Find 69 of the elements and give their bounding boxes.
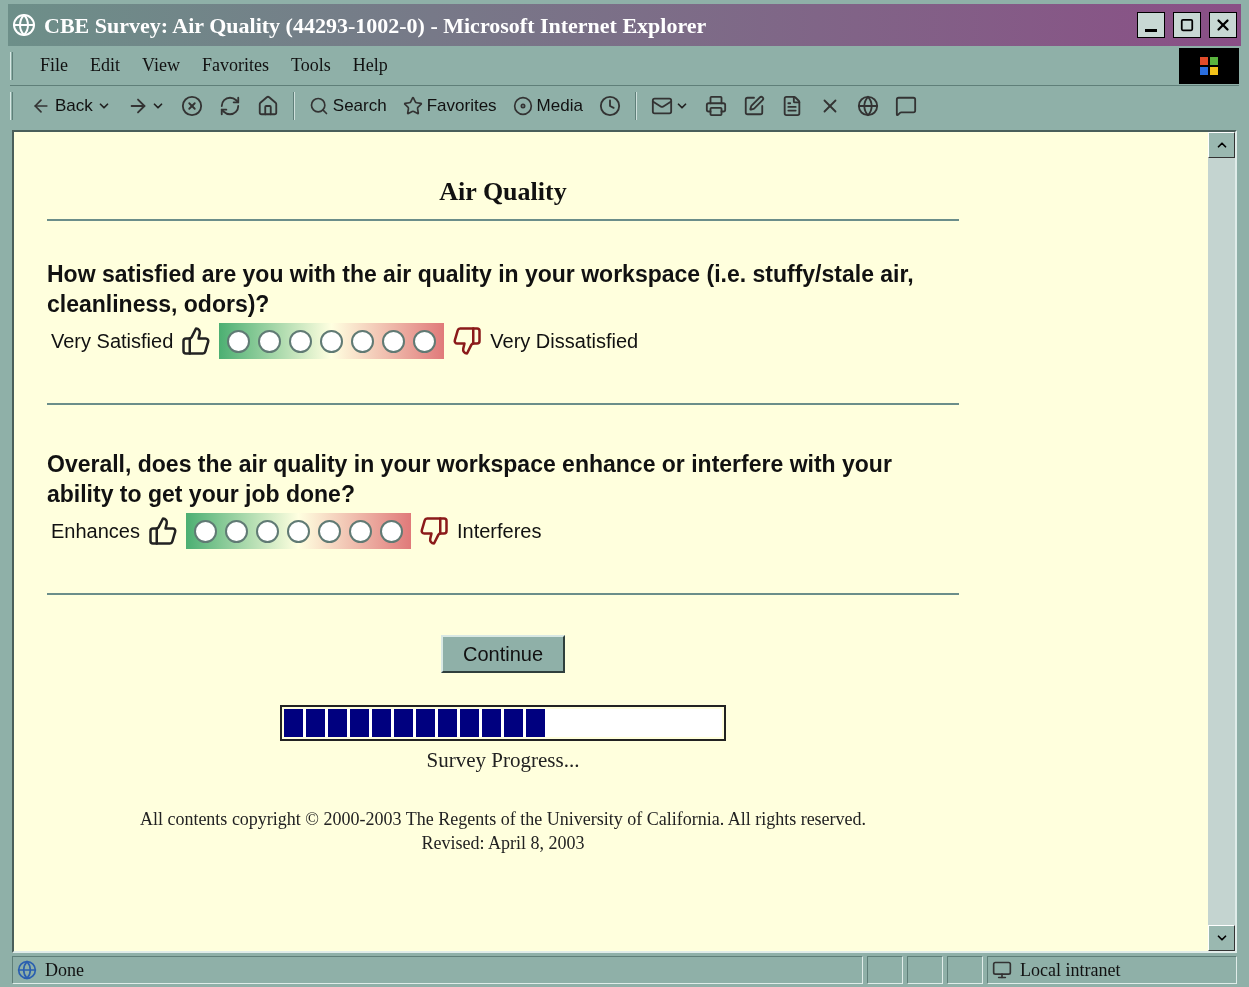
footer-text: All contents copyright © 2000-2003 The Regents of the University of California. All rights reserved. — [139, 807, 867, 831]
status-panel — [907, 956, 943, 984]
menu-item[interactable]: Edit — [79, 52, 131, 79]
page-icon — [17, 960, 37, 980]
globe-icon — [856, 95, 879, 117]
radio-button[interactable] — [413, 329, 437, 353]
radio-button[interactable] — [351, 329, 375, 353]
menu-item[interactable]: File — [29, 52, 79, 79]
speech-bubble-icon — [894, 95, 917, 117]
scroll-up-button[interactable] — [1208, 132, 1235, 158]
maximize-button[interactable] — [1173, 12, 1201, 38]
radio-button[interactable] — [258, 329, 282, 353]
radio-button[interactable] — [289, 329, 313, 353]
browser-icon — [12, 13, 36, 37]
star-icon — [402, 96, 423, 116]
status-panel — [947, 956, 983, 984]
scale-high-label: Interferes — [456, 519, 542, 544]
menu-item[interactable]: Tools — [279, 52, 342, 79]
mail-icon — [650, 95, 673, 117]
thumbs-up-icon — [181, 326, 212, 356]
scale-low-label: Very Satisfied — [51, 329, 174, 354]
radio-button[interactable] — [382, 329, 406, 353]
search-icon — [308, 96, 329, 116]
thumbs-down-icon — [452, 326, 483, 356]
radio-button[interactable] — [193, 519, 217, 543]
question-text: Overall, does the air quality in your workspace enhance or interfere with your ability to get your job done? — [47, 450, 893, 509]
printer-icon — [704, 95, 727, 117]
windows-logo-icon — [1179, 47, 1239, 84]
thumbs-up-icon — [147, 516, 178, 546]
scale-low-label: Enhances — [51, 519, 140, 544]
radio-button[interactable] — [255, 519, 279, 543]
toolbar-button[interactable]: Back — [25, 90, 117, 122]
thumbs-down-icon — [418, 516, 449, 546]
toolbar-button[interactable]: Search — [302, 90, 393, 122]
menu-item[interactable]: Help — [341, 52, 399, 79]
menu-item[interactable]: Favorites — [190, 52, 280, 79]
toolbar-button[interactable]: Favorites — [396, 90, 503, 122]
maximize-icon — [1180, 18, 1194, 32]
close-button[interactable] — [1209, 12, 1237, 38]
radio-button[interactable] — [224, 519, 248, 543]
toolbar-button[interactable]: Media — [506, 90, 589, 122]
radio-button[interactable] — [317, 519, 341, 543]
scale-high-label: Very Dissatisfied — [490, 329, 639, 354]
zone-text: Local intranet — [1020, 958, 1121, 982]
disc-icon — [512, 96, 533, 116]
radio-button[interactable] — [348, 519, 372, 543]
page-heading: Air Quality — [438, 176, 568, 208]
continue-button[interactable]: Continue — [440, 635, 566, 673]
menu-item[interactable]: View — [131, 52, 191, 79]
scroll-down-button[interactable] — [1208, 925, 1235, 951]
minimize-icon — [1145, 28, 1157, 32]
radio-button[interactable] — [227, 329, 251, 353]
progress-label: Survey Progress... — [426, 747, 580, 774]
footer-text: Revised: April 8, 2003 — [421, 831, 585, 855]
status-text: Done — [45, 958, 84, 982]
window-title: CBE Survey: Air Quality (44293-1002-0) - Microsoft Internet Explorer — [44, 11, 708, 40]
radio-button[interactable] — [286, 519, 310, 543]
refresh-icon — [218, 95, 241, 117]
status-panel — [867, 956, 903, 984]
stop-icon — [180, 95, 203, 117]
network-icon — [992, 960, 1012, 980]
radio-button[interactable] — [320, 329, 344, 353]
clock-icon — [598, 95, 621, 117]
close-icon — [1214, 16, 1232, 34]
radio-button[interactable] — [379, 519, 403, 543]
home-icon — [256, 95, 279, 117]
minimize-button[interactable] — [1137, 12, 1165, 38]
question-text: How satisfied are you with the air quality in your workspace (i.e. stuffy/stale air, cleanliness, odors)? — [47, 260, 915, 319]
edit-icon — [742, 95, 765, 117]
